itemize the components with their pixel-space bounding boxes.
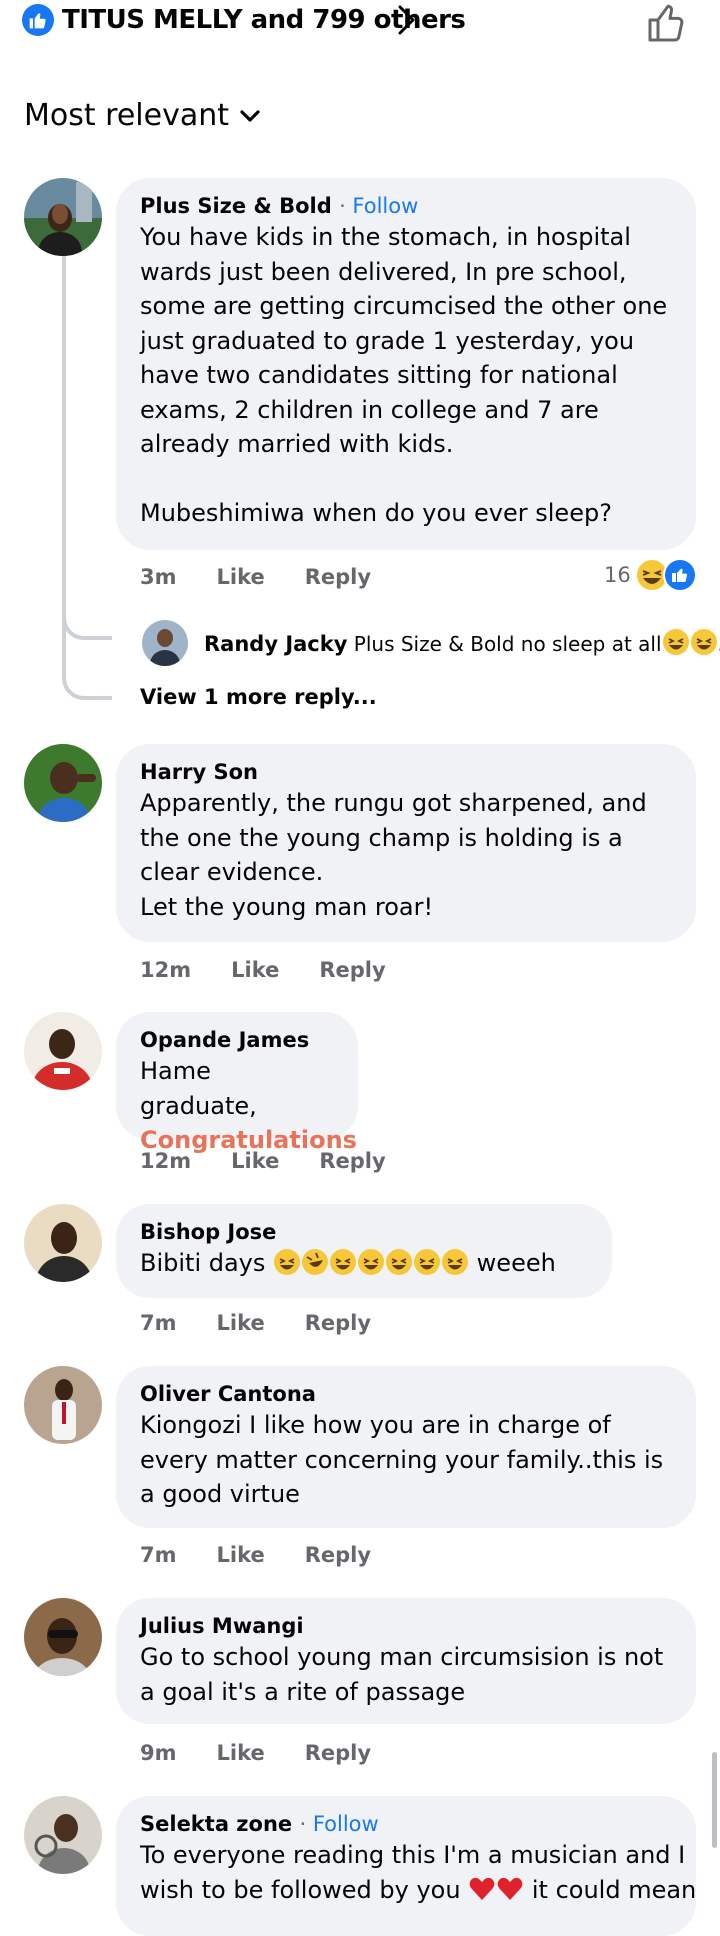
comment-author[interactable]: Selekta zone <box>140 1812 292 1836</box>
comment-actions: 7m Like Reply <box>140 1540 371 1570</box>
chevron-right-icon[interactable] <box>390 2 422 38</box>
laughing-emoji-icon <box>442 1249 469 1275</box>
comment-text: Kiongozi I like how you are in charge of… <box>140 1411 671 1508</box>
chevron-down-icon <box>240 110 260 122</box>
comment-text: Hame graduate, <box>140 1057 257 1120</box>
like-button-icon[interactable] <box>644 0 690 46</box>
view-more-replies[interactable]: View 1 more reply... <box>140 682 377 712</box>
comment-author[interactable]: Opande James <box>140 1026 334 1054</box>
reaction-count: 16 <box>604 563 631 587</box>
reply-button[interactable]: Reply <box>319 1146 385 1176</box>
avatar[interactable] <box>24 1366 102 1444</box>
comment-actions: 12m Like Reply <box>140 955 386 985</box>
like-reaction-icon <box>662 558 697 592</box>
reply-button[interactable]: Reply <box>305 1738 371 1768</box>
avatar[interactable] <box>24 1598 102 1676</box>
comment-actions: 9m Like Reply <box>140 1738 371 1768</box>
laughing-emoji-icon <box>386 1249 413 1275</box>
avatar[interactable] <box>24 1204 102 1282</box>
comment-text: You have kids in the stomach, in hospita… <box>140 223 668 527</box>
avatar[interactable] <box>24 744 102 822</box>
comment-actions: 12m Like Reply <box>140 1146 386 1176</box>
like-button[interactable]: Like <box>217 562 265 592</box>
comment-text: To everyone reading this I'm a musician … <box>140 1841 686 1869</box>
comment-bubble: Harry Son Apparently, the rungu got shar… <box>116 744 696 942</box>
comment-bubble: Plus Size & Bold · Follow You have kids … <box>116 178 696 550</box>
reply-button[interactable]: Reply <box>319 955 385 985</box>
laughing-emoji-icon <box>662 629 689 655</box>
sort-dropdown[interactable]: Most relevant <box>24 96 261 136</box>
comment-bubble: Oliver Cantona Kiongozi I like how you a… <box>116 1366 696 1528</box>
like-button[interactable]: Like <box>231 1146 279 1176</box>
like-button[interactable]: Like <box>217 1540 265 1570</box>
comment-text: it could mean <box>531 1875 697 1904</box>
reply-text: Plus Size & Bold no sleep at all <box>353 632 662 656</box>
comment-author[interactable]: Harry Son <box>140 758 672 786</box>
comment-text: wish to be followed by you <box>140 1875 461 1904</box>
separator-dot: · <box>339 194 353 218</box>
comment-time[interactable]: 12m <box>140 1146 191 1176</box>
reply-author[interactable]: Randy Jacky <box>204 632 347 656</box>
like-button[interactable]: Like <box>217 1308 265 1338</box>
avatar[interactable] <box>24 178 102 256</box>
avatar[interactable] <box>24 1012 102 1090</box>
comment-bubble: Bishop Jose Bibiti days weeeh <box>116 1204 612 1298</box>
comment-time[interactable]: 7m <box>140 1540 177 1570</box>
like-reaction-icon <box>22 4 54 36</box>
reply-button[interactable]: Reply <box>305 1540 371 1570</box>
heart-icon <box>497 1877 523 1900</box>
laughing-emoji-icon <box>358 1249 385 1275</box>
comment-time[interactable]: 7m <box>140 1308 177 1338</box>
follow-button[interactable]: Follow <box>313 1812 379 1836</box>
scrollbar[interactable] <box>712 1752 717 1848</box>
comment-author[interactable]: Julius Mwangi <box>140 1612 672 1640</box>
thread-connector <box>62 612 112 640</box>
comment-time[interactable]: 3m <box>140 562 177 592</box>
comment-text: Bibiti days <box>140 1249 266 1277</box>
reply-preview[interactable]: Randy Jacky Plus Size & Bold no sleep at… <box>204 628 720 659</box>
like-button[interactable]: Like <box>231 955 279 985</box>
heart-icon <box>469 1877 495 1900</box>
separator-dot: · <box>299 1812 313 1836</box>
comment-actions: 3m Like Reply <box>140 562 371 592</box>
laughing-emoji-icon <box>414 1249 441 1275</box>
reaction-summary[interactable]: 16 <box>604 558 697 592</box>
comment-author[interactable]: Oliver Cantona <box>140 1380 672 1408</box>
comment-time[interactable]: 9m <box>140 1738 177 1768</box>
avatar[interactable] <box>24 1796 102 1874</box>
laughing-emoji-icon <box>274 1249 301 1275</box>
sort-label: Most relevant <box>24 98 230 133</box>
follow-button[interactable]: Follow <box>352 194 418 218</box>
comment-bubble: Julius Mwangi Go to school young man cir… <box>116 1598 696 1724</box>
comment-text: Go to school young man circumsision is n… <box>140 1643 671 1706</box>
reply-button[interactable]: Reply <box>305 562 371 592</box>
comment-author[interactable]: Bishop Jose <box>140 1218 588 1246</box>
reply-button[interactable]: Reply <box>305 1308 371 1338</box>
laughing-emoji-icon <box>330 1249 357 1275</box>
comment-text: Apparently, the rungu got sharpened, and… <box>140 789 647 921</box>
reply-avatar[interactable] <box>142 620 188 666</box>
comment-author[interactable]: Plus Size & Bold <box>140 194 332 218</box>
like-button[interactable]: Like <box>217 1738 265 1768</box>
comment-time[interactable]: 12m <box>140 955 191 985</box>
rolling-laugh-emoji-icon <box>302 1249 329 1275</box>
comment-bubble: Opande James Hame graduate, Congratulati… <box>116 1012 358 1154</box>
laughing-emoji-icon <box>690 629 717 655</box>
comment-actions: 7m Like Reply <box>140 1308 371 1338</box>
comment-text-end: weeeh <box>476 1249 556 1277</box>
thread-connector <box>62 672 112 700</box>
comment-bubble: Selekta zone · Follow To everyone readin… <box>116 1796 696 1936</box>
